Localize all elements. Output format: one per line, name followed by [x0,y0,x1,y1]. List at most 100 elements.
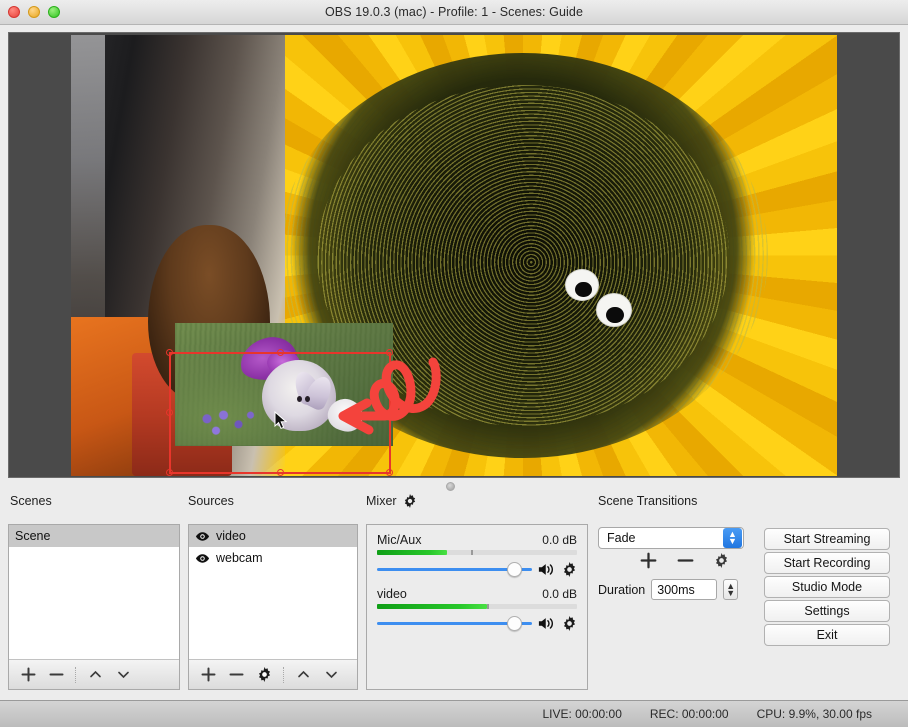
toolbar-divider [283,666,284,683]
mouse-cursor-icon [274,411,288,430]
status-bar: LIVE: 00:00:00 REC: 00:00:00 CPU: 9.9%, … [0,700,908,727]
sources-panel[interactable]: video webcam [188,524,358,690]
window-title: OBS 19.0.3 (mac) - Profile: 1 - Scenes: … [324,5,584,19]
start-streaming-button[interactable]: Start Streaming [764,528,890,550]
remove-source-button[interactable] [223,663,249,687]
move-source-down-button[interactable] [318,663,344,687]
scenes-toolbar [9,659,179,689]
zoom-button[interactable] [48,6,60,18]
mixer-level-fill [377,550,447,555]
transition-select[interactable]: Fade ▲ ▼ [598,527,744,549]
remove-scene-button[interactable] [43,663,69,687]
mixer-panel: Mic/Aux 0.0 dB video 0.0 dB [366,524,588,690]
sources-heading: Sources [188,494,234,508]
mixer-heading: Mixer [366,494,397,508]
transition-duration-row: Duration 300ms ▲ ▼ [598,579,739,600]
preview-area[interactable] [8,32,900,478]
plus-icon [21,667,35,682]
gear-icon[interactable] [562,561,577,577]
obs-main-window: OBS 19.0.3 (mac) - Profile: 1 - Scenes: … [0,0,908,727]
mixer-channel-video: video 0.0 dB [377,587,577,631]
annotation-squiggle-arrow-icon [338,357,441,435]
start-recording-button[interactable]: Start Recording [764,552,890,574]
transition-buttons-row [640,552,729,574]
scenes-list[interactable]: Scene [9,525,179,659]
plus-icon [640,552,657,569]
add-source-button[interactable] [195,663,221,687]
mixer-channel-db: 0.0 dB [542,587,577,601]
mixer-channel-db: 0.0 dB [542,533,577,547]
googly-eye-left [565,268,600,301]
minus-icon [677,559,694,562]
chevron-up-icon [89,670,101,678]
gear-icon[interactable] [562,615,577,631]
remove-transition-button[interactable] [677,552,694,574]
move-scene-down-button[interactable] [110,663,136,687]
scene-item-label: Scene [15,529,51,543]
chevron-down-icon [117,671,129,679]
scenes-panel[interactable]: Scene [8,524,180,690]
mixer-channel-header: video 0.0 dB [377,587,577,601]
source-item-label: webcam [216,551,263,565]
toolbar-divider [75,666,76,683]
scene-list-item[interactable]: Scene [9,525,179,547]
add-scene-button[interactable] [15,663,41,687]
duration-label: Duration [598,582,646,597]
minus-icon [229,673,243,676]
source-list-item-webcam[interactable]: webcam [189,547,357,569]
mixer-volume-row [377,561,577,577]
status-cpu: CPU: 9.9%, 30.00 fps [756,707,872,721]
mixer-channel-name: Mic/Aux [377,533,422,547]
status-live: LIVE: 00:00:00 [542,707,622,721]
move-source-up-button[interactable] [290,663,316,687]
purple-flowers [192,404,267,442]
mixer-heading-row: Mixer [366,494,417,508]
mixer-volume-slider[interactable] [377,561,532,577]
eye-visible-icon[interactable] [195,531,210,542]
exit-button[interactable]: Exit [764,624,890,646]
scene-transitions-heading: Scene Transitions [598,494,698,508]
preview-splitter-handle[interactable] [446,482,455,491]
mixer-level-fill [377,604,487,609]
mixer-channel-header: Mic/Aux 0.0 dB [377,533,577,547]
gear-icon[interactable] [403,494,417,508]
transition-select-stepper-icon[interactable]: ▲ ▼ [723,528,742,548]
mixer-channel-name: video [377,587,407,601]
googly-eye-right [595,292,632,327]
duration-input[interactable]: 300ms [651,579,718,600]
slider-knob[interactable] [507,562,523,577]
transition-selected-value: Fade [607,531,636,545]
close-button[interactable] [8,6,20,18]
mixer-level-meter [377,550,577,555]
settings-button[interactable]: Settings [764,600,890,622]
window-traffic-lights [8,6,60,18]
add-transition-button[interactable] [640,552,657,574]
title-bar: OBS 19.0.3 (mac) - Profile: 1 - Scenes: … [0,0,908,25]
eye-visible-icon[interactable] [195,553,210,564]
move-scene-up-button[interactable] [82,663,108,687]
mixer-volume-row [377,615,577,631]
minimize-button[interactable] [28,6,40,18]
duration-stepper[interactable]: ▲ ▼ [723,579,739,600]
minus-icon [49,673,63,676]
mixer-level-tick [487,604,489,609]
gear-icon [258,667,270,682]
speaker-icon[interactable] [538,616,556,631]
studio-mode-button[interactable]: Studio Mode [764,576,890,598]
plus-icon [201,667,215,682]
source-properties-button[interactable] [251,663,277,687]
scenes-heading: Scenes [10,494,52,508]
sources-toolbar [189,659,357,689]
mixer-channel-mic-aux: Mic/Aux 0.0 dB [377,533,577,577]
status-rec: REC: 00:00:00 [649,707,729,721]
source-list-item-video[interactable]: video [189,525,357,547]
mixer-volume-slider[interactable] [377,615,532,631]
speaker-icon[interactable] [538,562,556,577]
slider-knob[interactable] [507,616,523,631]
transition-properties-button[interactable] [714,553,729,573]
mixer-level-meter [377,604,577,609]
controls-panel: Start Streaming Start Recording Studio M… [764,528,890,648]
gear-icon [715,553,728,568]
chevron-down-icon [325,671,337,679]
sources-list[interactable]: video webcam [189,525,357,659]
